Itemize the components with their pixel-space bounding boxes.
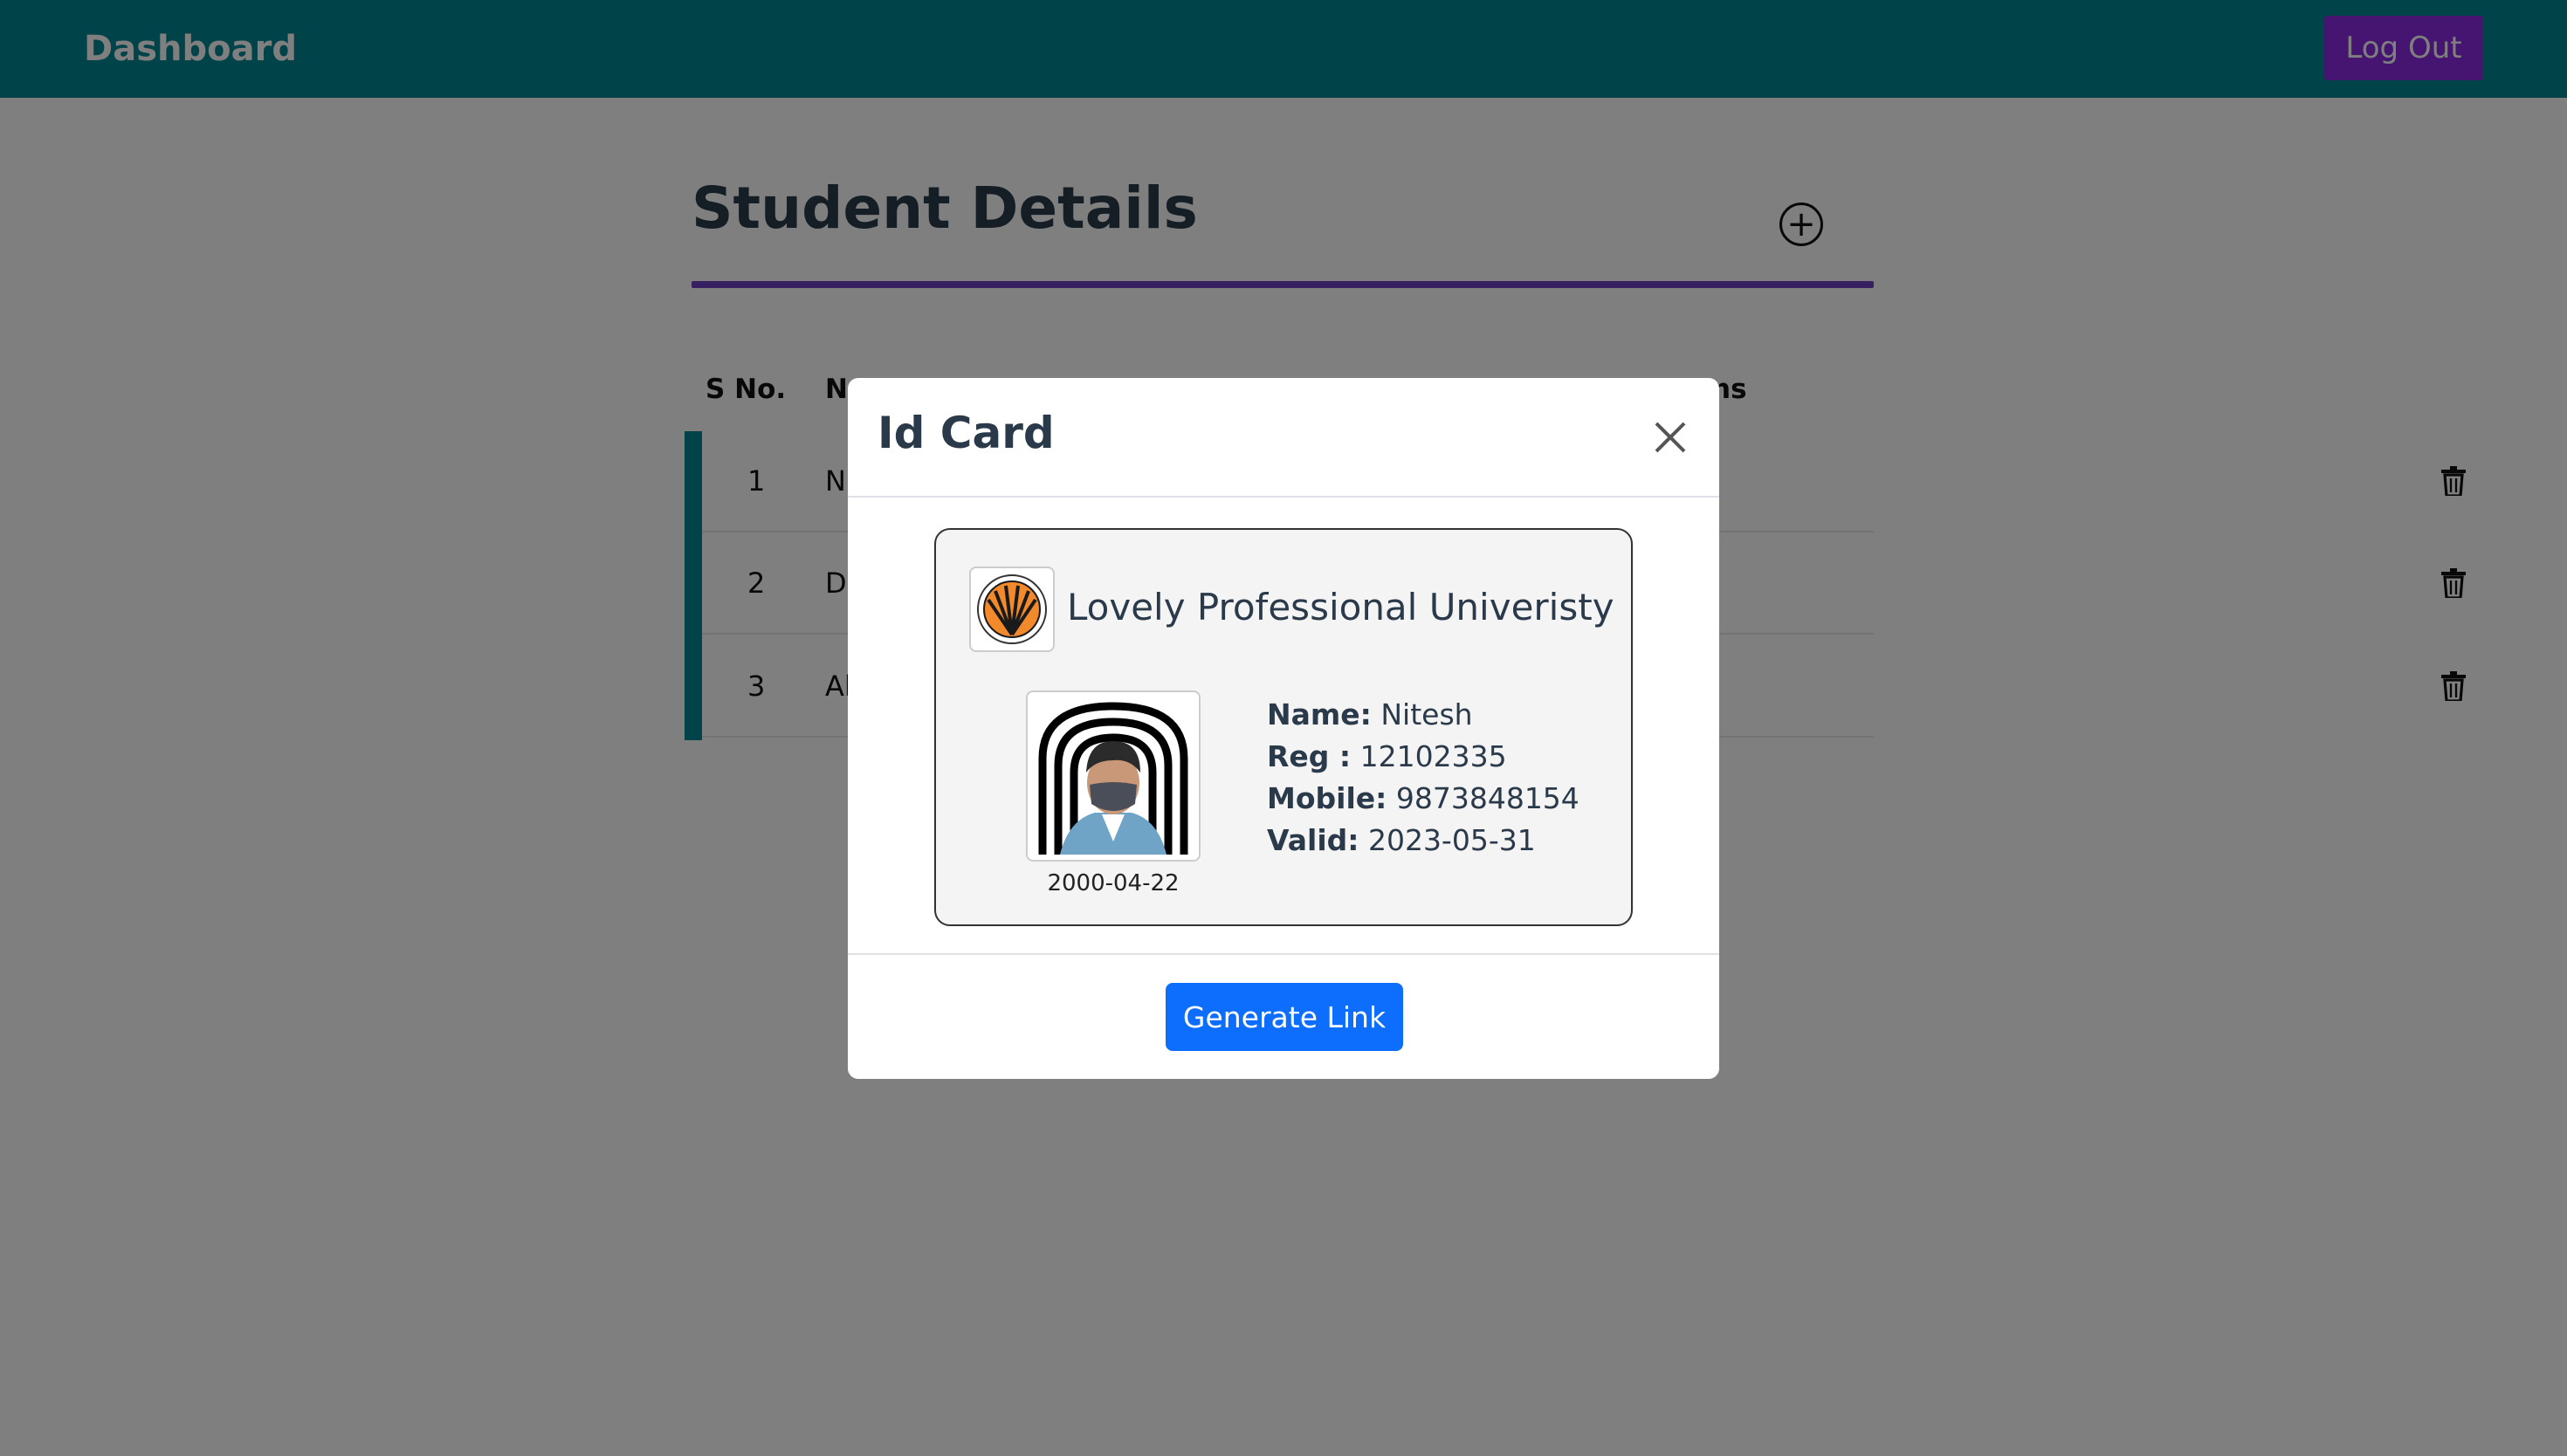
student-info: Name: Nitesh Reg : 12102335 Mobile: 9873… [1267, 694, 1579, 862]
info-mobile: Mobile: 9873848154 [1267, 778, 1579, 820]
info-value: Nitesh [1380, 697, 1473, 731]
info-label: Name: [1267, 697, 1372, 731]
university-logo-icon [977, 574, 1047, 644]
university-logo [969, 567, 1055, 652]
close-button[interactable] [1651, 418, 1690, 457]
university-name: Lovely Professional Univeristy [1067, 586, 1614, 628]
date-of-birth: 2000-04-22 [1047, 870, 1180, 896]
info-value: 12102335 [1359, 739, 1507, 773]
modal-footer: Generate Link [848, 953, 1719, 1079]
id-card: Lovely Professional Univeristy 2000-04-2… [934, 528, 1633, 926]
modal-header: Id Card [848, 378, 1719, 498]
student-photo [1026, 690, 1201, 862]
info-reg: Reg : 12102335 [1267, 736, 1579, 778]
info-label: Reg : [1267, 739, 1352, 773]
generate-link-button[interactable]: Generate Link [1166, 983, 1403, 1051]
student-photo-image [1034, 697, 1193, 855]
info-name: Name: Nitesh [1267, 694, 1579, 736]
info-valid: Valid: 2023-05-31 [1267, 820, 1579, 862]
info-value: 2023-05-31 [1367, 823, 1536, 857]
info-label: Valid: [1267, 823, 1359, 857]
close-icon [1655, 422, 1686, 453]
info-value: 9873848154 [1395, 781, 1579, 815]
info-label: Mobile: [1267, 781, 1387, 815]
modal-title: Id Card [877, 408, 1055, 458]
id-card-modal: Id Card Lovely Professional Univeristy 2… [848, 378, 1719, 1079]
